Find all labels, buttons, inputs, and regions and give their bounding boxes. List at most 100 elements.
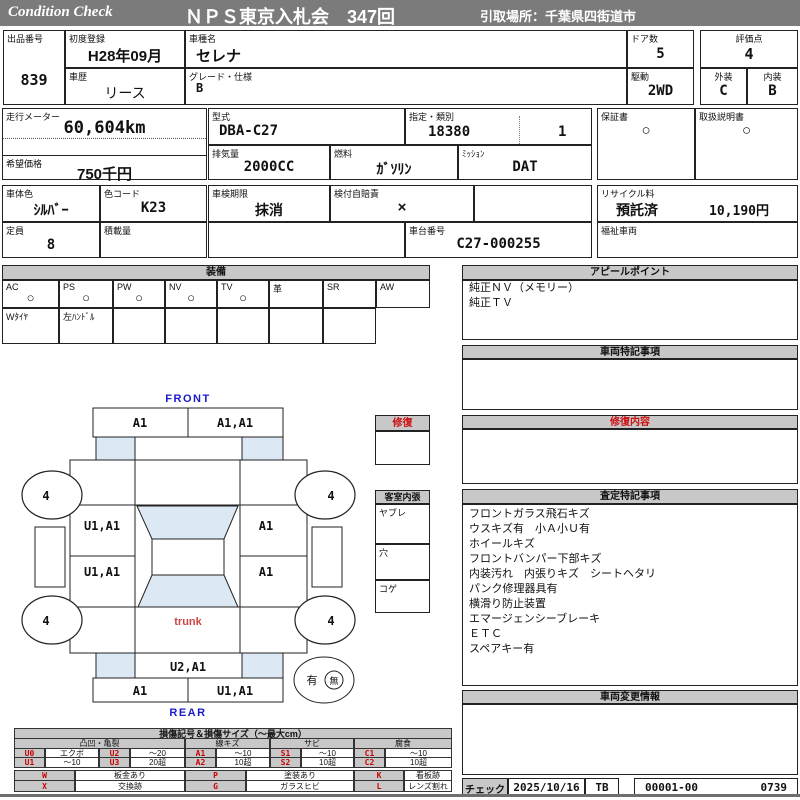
- assessment-line: スペアキー有: [469, 643, 535, 655]
- headlight-left: [95, 436, 136, 461]
- color-code-value: K23: [140, 200, 167, 216]
- legend-val-g: ガラスヒビ: [246, 780, 354, 792]
- legend-val-l: レンズ割れ: [404, 780, 452, 792]
- assessment-line: ＥＴＣ: [469, 628, 502, 640]
- price-area: 希望価格 750千円: [3, 156, 206, 183]
- body-color-label: 車体色: [6, 189, 34, 199]
- lot-number-value: 839: [20, 71, 48, 89]
- equipment-extra-wtire: Wﾀｲﾔ: [2, 308, 59, 344]
- fuel-value: ｶﾞｿﾘﾝ: [376, 161, 412, 177]
- legend-val-x: 交換跡: [75, 780, 185, 792]
- rear-bumper-right-mark: U1,A1: [217, 684, 253, 698]
- taillight-right: [241, 652, 284, 679]
- drive-label: 駆動: [631, 72, 650, 82]
- front-grille: [134, 436, 243, 461]
- cell-transmission: ﾐｯｼｮﾝ DAT: [458, 145, 592, 180]
- equipment-extra-3: [113, 308, 165, 344]
- headlight-right: [241, 436, 284, 461]
- assessment-line: ホイールキズ: [469, 538, 535, 550]
- equipment-extra-4: [165, 308, 217, 344]
- cell-fuel: 燃料 ｶﾞｿﾘﾝ: [330, 145, 458, 180]
- displacement-value: 2000CC: [243, 159, 295, 175]
- equipment-cell-ps: PS ○: [59, 280, 113, 308]
- odometer-spacer: [3, 139, 206, 156]
- legend-code-u3: U3: [99, 757, 130, 768]
- cell-odometer-price: 走行メーター 60,604km 希望価格 750千円: [2, 108, 207, 183]
- doors-value: 5: [656, 46, 665, 62]
- front-bumper-right-mark: A1,A1: [217, 416, 253, 430]
- change-info-header: 車両変更情報: [462, 690, 798, 704]
- capacity-value: 8: [46, 237, 56, 253]
- cell-inspection-expiry: 車検期限 抹消: [208, 185, 330, 222]
- equipment-extra-5: [217, 308, 269, 344]
- assessment-line: パンク修理器具有: [469, 583, 558, 595]
- legend-val-s2: 10超: [301, 757, 354, 768]
- cell-capacity: 定員 8: [2, 222, 100, 258]
- recycle-fee-status: 預託済: [616, 202, 658, 218]
- legend-code-x: X: [14, 780, 75, 792]
- cell-empty-insurance-extra: [474, 185, 592, 222]
- vehicle-notes-body: [462, 359, 798, 410]
- cell-model-name: 車種名 セレナ: [185, 30, 627, 68]
- cell-owners-manual: 取扱説明書 ○: [695, 108, 798, 180]
- transmission-value: DAT: [512, 159, 538, 175]
- pickup-location: 引取場所：千葉県四街道市: [480, 9, 637, 24]
- rear-window: [137, 574, 239, 608]
- equipment-cell-leather: 革: [269, 280, 323, 308]
- cell-score: 評価点 4: [700, 30, 798, 68]
- appeal-header: アピールポイント: [462, 265, 798, 280]
- tire-rear-left-mark: 4: [42, 614, 49, 628]
- tire-rear-right-mark: 4: [327, 614, 334, 628]
- windshield: [136, 505, 239, 540]
- logo-text: Condition Check: [8, 4, 113, 20]
- cell-insurance: 検付自賠責 ×: [330, 185, 474, 222]
- rear-gate-mark: U2,A1: [170, 660, 206, 674]
- cell-body-color: 車体色 ｼﾙﾊﾞｰ: [2, 185, 100, 222]
- legend-code-a2: A2: [185, 757, 216, 768]
- car-damage-diagram: FRONT A1 A1,A1 U1,A1 U1,A1 A1 A1 trunk 4: [21, 393, 356, 719]
- cell-color-code: 色コード K23: [100, 185, 207, 222]
- cell-designation: 指定・類別 18380 1: [405, 108, 592, 145]
- equipment-cell-ac: AC ○: [2, 280, 59, 308]
- assessment-header: 査定特記事項: [462, 489, 798, 504]
- recycle-fee-label: リサイクル料: [601, 189, 655, 199]
- assessment-line: 横滑り防止装置: [469, 598, 546, 610]
- odometer-area: 走行メーター 60,604km: [3, 109, 206, 139]
- recycle-fee-amount: 10,190円: [709, 204, 769, 219]
- cell-model-code: 型式 DBA-C27: [208, 108, 405, 145]
- inspection-expiry-value: 抹消: [255, 202, 283, 218]
- assessment-line: フロントガラス飛石キズ: [469, 508, 590, 520]
- lot-number-label: 出品番号: [7, 34, 44, 44]
- owners-manual-value: ○: [741, 122, 752, 139]
- left-front-panel-mark: U1,A1: [84, 519, 120, 533]
- appeal-line: 純正ＮＶ（メモリー）: [469, 282, 579, 294]
- cell-history: 車歴 リース: [65, 68, 185, 105]
- legend-code-s2: S2: [270, 757, 301, 768]
- front-label: FRONT: [165, 393, 210, 405]
- assessment-line: 内装汚れ 内張りキズ シートヘタリ: [469, 568, 656, 580]
- equipment-ac-value: ○: [26, 290, 35, 305]
- model-code-label: 型式: [212, 112, 231, 122]
- repair-content-header: 修復内容: [462, 415, 798, 429]
- color-code-label: 色コード: [104, 189, 141, 199]
- side-step-left: [34, 526, 66, 588]
- legend-code-g: G: [185, 780, 246, 792]
- equipment-extra-6: [269, 308, 323, 344]
- history-label: 車歴: [69, 72, 88, 82]
- welfare-vehicle-label: 福祉車両: [601, 226, 638, 236]
- exterior-grade-value: C: [719, 83, 728, 99]
- trunk-label: trunk: [174, 616, 202, 628]
- cell-drive: 駆動 2WD: [627, 68, 694, 105]
- equipment-ps-value: ○: [82, 290, 90, 305]
- equipment-nv-value: ○: [187, 290, 195, 305]
- legend-val-c2: 10超: [385, 757, 452, 768]
- appeal-line: 純正ＴＶ: [469, 297, 513, 309]
- side-step-right: [311, 526, 343, 588]
- cell-interior-grade: 内装 B: [747, 68, 798, 105]
- designation-label: 指定・類別: [409, 112, 455, 122]
- taillight-left: [95, 652, 136, 679]
- cell-empty-chassis-left: [208, 222, 405, 258]
- appeal-body: 純正ＮＶ（メモリー） 純正ＴＶ: [462, 280, 798, 340]
- equipment-sr-label: SR: [327, 282, 340, 292]
- equipment-cell-nv: NV ○: [165, 280, 217, 308]
